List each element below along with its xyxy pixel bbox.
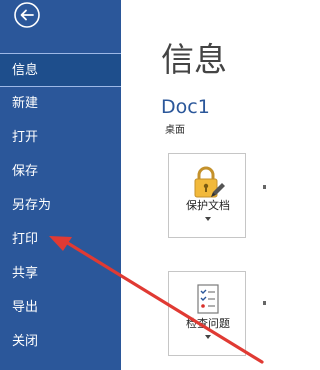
menu-item-save-as[interactable]: 另存为 xyxy=(0,189,121,223)
protect-document-button[interactable]: 保护文档 xyxy=(168,153,246,238)
menu-item-close[interactable]: 关闭 xyxy=(0,325,121,359)
inspect-document-label: 检查问题 xyxy=(186,317,230,330)
menu-item-open[interactable]: 打开 xyxy=(0,121,121,155)
menu-item-label: 保存 xyxy=(12,164,39,179)
menu-item-info[interactable]: 信息 xyxy=(0,53,121,87)
lock-icon xyxy=(194,166,225,198)
menu-item-label: 共享 xyxy=(12,266,39,281)
menu-item-print[interactable]: 打印 xyxy=(0,223,121,257)
menu-item-label: 信息 xyxy=(12,63,39,78)
chevron-down-icon xyxy=(205,217,211,221)
cropped-text-mark xyxy=(263,301,266,305)
menu-item-save[interactable]: 保存 xyxy=(0,155,121,189)
document-location: 桌面 xyxy=(165,125,185,136)
menu-item-label: 打开 xyxy=(12,130,39,145)
menu-item-label: 另存为 xyxy=(12,198,52,213)
menu-item-label: 打印 xyxy=(12,232,39,247)
document-name: Doc1 xyxy=(161,96,210,118)
menu-item-label: 新建 xyxy=(12,96,39,111)
menu-item-export[interactable]: 导出 xyxy=(0,291,121,325)
cropped-text-mark xyxy=(263,185,266,189)
backstage-sidebar: 信息 新建 打开 保存 另存为 打印 共享 导出 关闭 xyxy=(0,0,121,370)
menu-item-label: 关闭 xyxy=(12,334,39,349)
chevron-down-icon xyxy=(205,335,211,339)
backstage-menu: 信息 新建 打开 保存 另存为 打印 共享 导出 关闭 xyxy=(0,53,121,359)
back-button[interactable] xyxy=(10,2,44,28)
back-arrow-icon xyxy=(14,2,40,28)
word-backstage-window: 信息 新建 打开 保存 另存为 打印 共享 导出 关闭 信息 Doc1 桌面 保… xyxy=(0,0,266,370)
checklist-icon xyxy=(197,284,219,314)
menu-item-new[interactable]: 新建 xyxy=(0,87,121,121)
menu-item-share[interactable]: 共享 xyxy=(0,257,121,291)
info-pane: 信息 Doc1 桌面 保护文档 检查问题 xyxy=(121,0,266,370)
menu-item-label: 导出 xyxy=(12,300,39,315)
inspect-document-button[interactable]: 检查问题 xyxy=(168,271,246,356)
protect-document-label: 保护文档 xyxy=(186,199,230,212)
page-title: 信息 xyxy=(161,40,227,79)
